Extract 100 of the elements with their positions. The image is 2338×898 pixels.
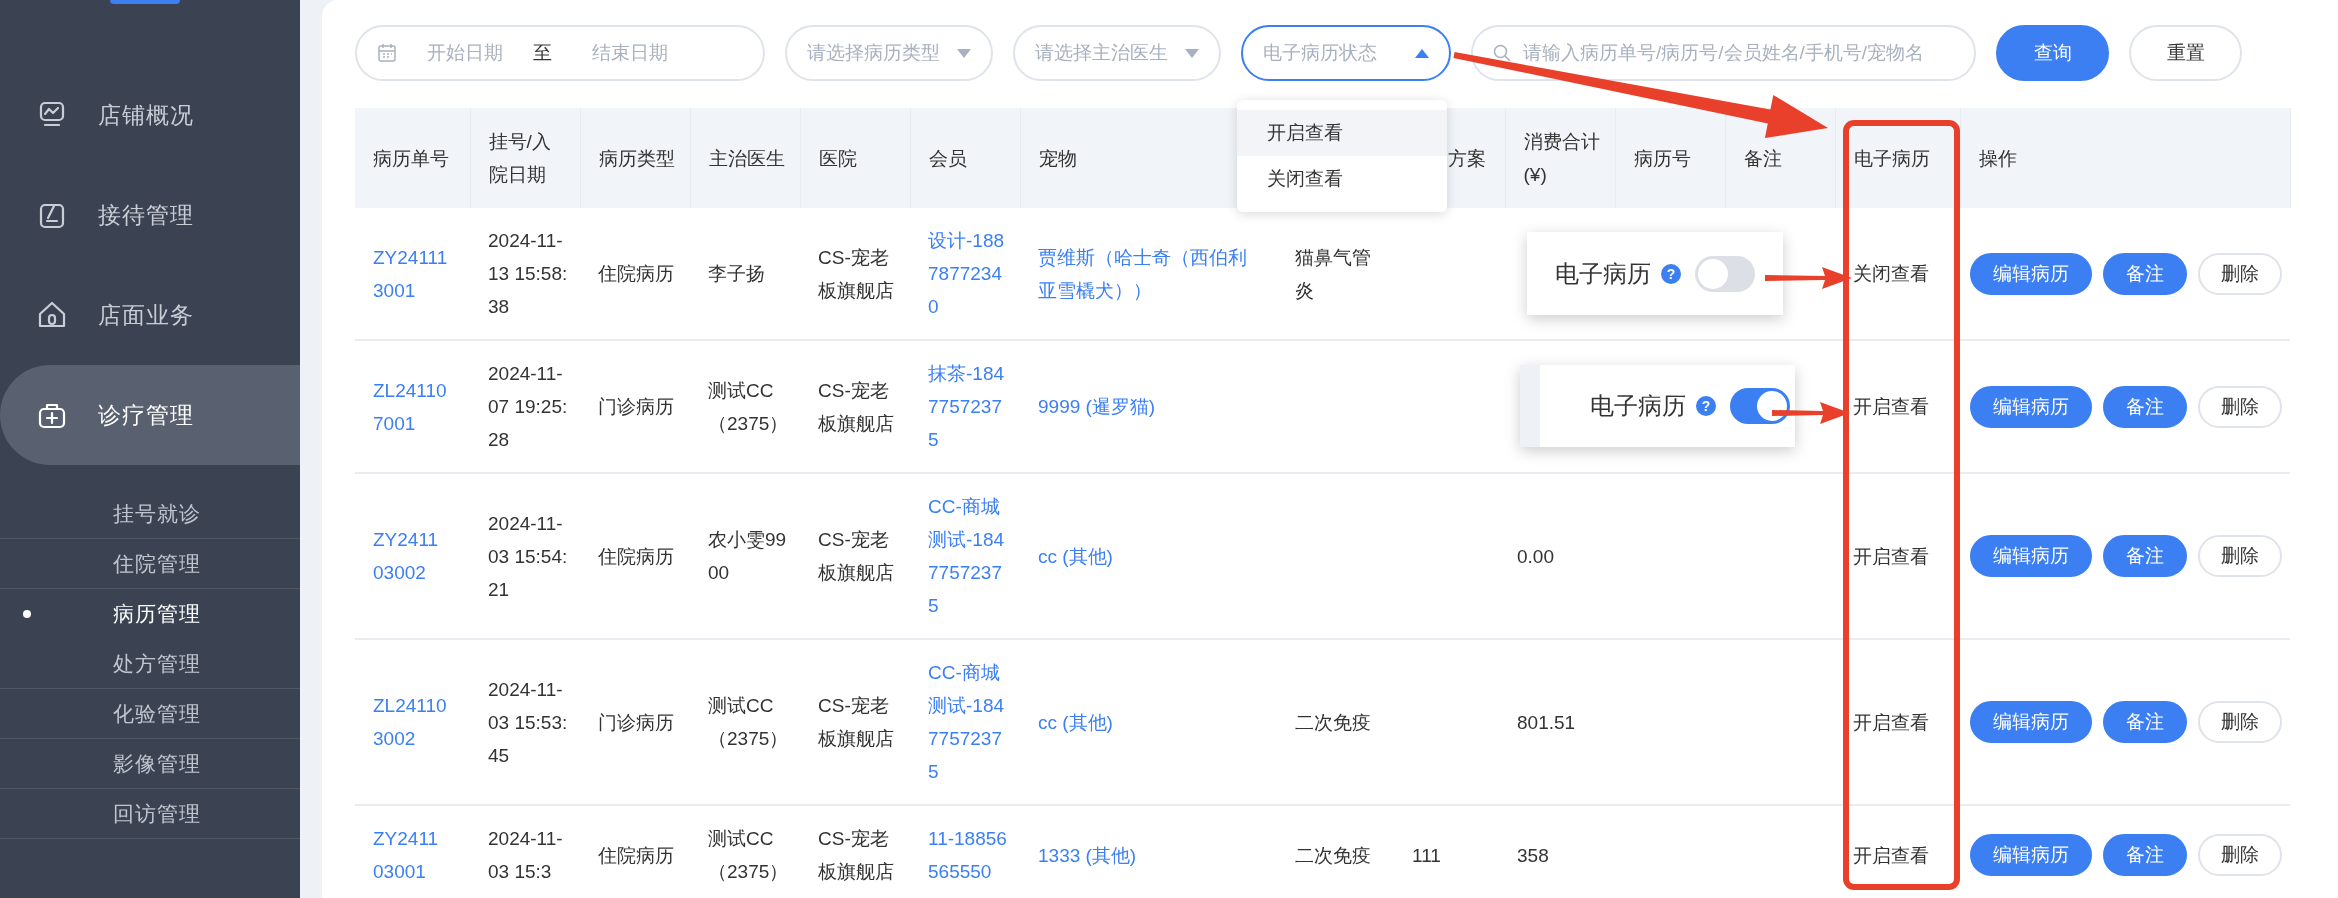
record-link[interactable]: ZY241103001 [373,822,448,888]
action-button[interactable]: 编辑病历 [1970,701,2092,743]
sidebar-label: 店面业务 [98,300,194,330]
table-cell: 测试CC（2375） [690,340,800,473]
select-placeholder: 请选择主治医生 [1035,41,1168,65]
action-button[interactable]: 备注 [2103,385,2187,428]
delete-button[interactable]: 删除 [2198,834,2282,876]
delete-button[interactable]: 删除 [2198,535,2282,577]
sidebar-item[interactable]: 诊疗管理 [0,365,300,465]
help-icon[interactable]: ? [1661,263,1681,284]
table-cell: 测试CC（2375） [690,639,800,805]
table-cell: 358 [1505,805,1615,898]
record-link[interactable]: ZL241103002 [373,689,448,755]
toggle-label: 电子病历 [1590,391,1686,421]
record-link[interactable]: ZL241107001 [373,373,448,440]
select-placeholder: 电子病历状态 [1263,41,1377,65]
record-link[interactable]: ZY241103002 [373,523,448,589]
action-button[interactable]: 编辑病历 [1970,385,2092,428]
table-cell: 2024-11-03 15:53:45 [470,639,580,805]
action-button[interactable]: 编辑病历 [1970,834,2092,876]
column-header: 病历号 [1615,108,1725,208]
submenu-label: 影像管理 [113,750,201,777]
action-button[interactable]: 编辑病历 [1970,535,2092,577]
start-date-placeholder: 开始日期 [427,41,503,65]
table-cell: 2024-11-07 19:25:28 [470,340,580,473]
table-cell: 2024-11-03 15:54:21 [470,473,580,639]
range-separator: 至 [533,41,552,65]
table-cell: 测试CC（2375） [690,805,800,898]
table-cell: 住院病历 [580,208,690,340]
table-cell: 住院病历 [580,473,690,639]
action-button[interactable]: 备注 [2103,252,2187,295]
submenu-label: 病历管理 [113,600,201,627]
sidebar-item[interactable]: 店面业务 [0,265,300,365]
action-button[interactable]: 编辑病历 [1970,252,2092,295]
action-button[interactable]: 备注 [2103,535,2187,577]
reset-button[interactable]: 重置 [2129,25,2242,81]
help-icon[interactable]: ? [1696,396,1716,416]
member-link[interactable]: CC-商城测试-18477572375 [928,656,1010,788]
query-button[interactable]: 查询 [1996,25,2109,81]
toggle-label: 电子病历 [1555,258,1651,289]
sidebar-label: 接待管理 [98,200,194,230]
submenu-label: 住院管理 [113,550,201,577]
pet-link[interactable]: cc (其他) [1038,705,1248,739]
table-cell: 李子扬 [690,208,800,340]
dropdown-option[interactable]: 开启查看 [1237,110,1447,156]
table-cell: CS-宠老板旗舰店 [800,805,910,898]
table-cell: 开启查看 [1835,639,1960,805]
column-header: 操作 [1960,108,2290,208]
date-range-field[interactable]: 开始日期 至 结束日期 [355,25,765,81]
table-cell: 二次免疫 [1280,805,1400,898]
table-cell: 2024-11-13 15:58:38 [470,208,580,340]
submenu-label: 挂号就诊 [113,500,201,527]
select-placeholder: 请选择病历类型 [807,41,940,65]
table-cell: 开启查看 [1835,473,1960,639]
column-header: 消费合计(¥) [1505,108,1615,208]
table-cell: CS-宠老板旗舰店 [800,340,910,473]
record-link[interactable]: ZY241113001 [373,240,448,307]
submenu-label: 回访管理 [113,800,201,827]
submenu-item[interactable]: 病历管理 [0,589,300,639]
column-header: 主治医生 [690,108,800,208]
delete-button[interactable]: 删除 [2198,252,2282,295]
table-cell: CS-宠老板旗舰店 [800,473,910,639]
submenu-label: 化验管理 [113,700,201,727]
select-field[interactable]: 请选择病历类型 [785,25,993,81]
member-link[interactable]: 设计-18878772340 [928,224,1010,323]
select-field[interactable]: 电子病历状态 [1241,25,1451,81]
sidebar-item[interactable]: 接待管理 [0,165,300,265]
pet-link[interactable]: 1333 (其他) [1038,838,1248,872]
action-button[interactable]: 备注 [2103,701,2187,743]
delete-button[interactable]: 删除 [2198,385,2282,428]
table-cell: 住院病历 [580,805,690,898]
pet-link[interactable]: cc (其他) [1038,539,1248,573]
column-header: 会员 [910,108,1020,208]
action-button[interactable]: 备注 [2103,834,2187,876]
table-cell: 开启查看 [1835,805,1960,898]
sidebar-label: 店铺概况 [98,100,194,130]
table-cell: CS-宠老板旗舰店 [800,208,910,340]
table-cell: 111 [1400,805,1505,898]
member-link[interactable]: 抹茶-18477572375 [928,357,1010,456]
select-field[interactable]: 请选择主治医生 [1013,25,1221,81]
table-cell: 801.51 [1505,639,1615,805]
table-cell: 门诊病历 [580,639,690,805]
column-header: 挂号/入院日期 [470,108,580,208]
table-cell: 农小雯9900 [690,473,800,639]
column-header: 医院 [800,108,910,208]
table-cell: CS-宠老板旗舰店 [800,639,910,805]
search-placeholder: 请输入病历单号/病历号/会员姓名/手机号/宠物名 [1523,41,1925,65]
delete-button[interactable]: 删除 [2198,701,2282,743]
member-link[interactable]: CC-商城测试-18477572375 [928,490,1010,622]
column-header: 病历单号 [355,108,470,208]
pet-link[interactable]: 9999 (暹罗猫) [1038,390,1248,423]
table-cell: 门诊病历 [580,340,690,473]
search-field[interactable]: 请输入病历单号/病历号/会员姓名/手机号/宠物名 [1471,25,1976,81]
sidebar-item[interactable]: 店铺概况 [0,65,300,165]
member-link[interactable]: 11-18856565550 [928,822,1010,888]
table-cell: 2024-11-03 15:3 [470,805,580,898]
end-date-placeholder: 结束日期 [592,41,668,65]
table-cell: 0.00 [1505,473,1615,639]
pet-link[interactable]: 贾维斯（哈士奇（西伯利亚雪橇犬）） [1038,240,1248,307]
submenu-label: 处方管理 [113,650,201,677]
